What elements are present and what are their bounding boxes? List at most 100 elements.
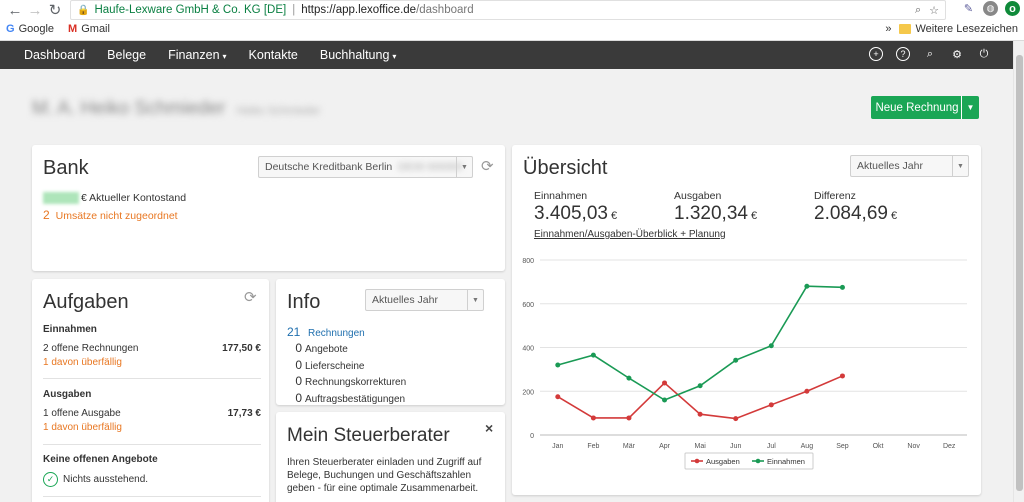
y-tick-label: 200 (522, 389, 534, 396)
nav-kontakte[interactable]: Kontakte (249, 41, 298, 71)
open-invoices-amount: 177,50 € (222, 343, 261, 354)
income-overdue-link[interactable]: 1 davon überfällig (43, 357, 261, 368)
scroll-thumb[interactable] (1016, 55, 1023, 491)
divider (43, 378, 261, 379)
address-bar[interactable]: 🔒 Haufe-Lexware GmbH & Co. KG [DE] | htt… (70, 0, 946, 20)
info-item-invoices[interactable]: 21 Rechnungen (287, 325, 406, 341)
bookmarks-right: » Weitere Lesezeichen (885, 23, 1018, 35)
nav-belege[interactable]: Belege (107, 41, 146, 71)
url-separator: | (292, 4, 296, 16)
income-stat: Einnahmen 3.405,03 € (534, 190, 617, 225)
tax-advisor-text: Ihren Steuerberater einladen und Zugriff… (287, 457, 482, 494)
x-tick-label: Nov (907, 443, 920, 450)
expenses-stat: Ausgaben 1.320,34 € (674, 190, 757, 225)
tasks-income-title: Einnahmen (43, 324, 97, 335)
x-tick-label: Dez (943, 443, 956, 450)
search-icon[interactable]: ⌕ (923, 47, 937, 61)
data-point (839, 284, 845, 290)
tasks-offers: Keine offenen Angebote ✓ Nichts ausstehe… (43, 454, 261, 487)
close-icon[interactable]: × (485, 420, 493, 436)
info-item-corrections[interactable]: 0 Rechnungskorrekturen (287, 374, 406, 390)
info-item-offers[interactable]: 0 Angebote (287, 341, 406, 357)
page-scrollbar[interactable] (1013, 41, 1024, 502)
open-expenses-row[interactable]: 1 offene Ausgabe 17,73 € (43, 408, 261, 419)
star-icon[interactable]: ☆ (929, 4, 939, 17)
data-point (626, 375, 632, 381)
unassigned-count: 2 (43, 208, 50, 222)
power-icon[interactable]: ⏻ (977, 47, 991, 61)
nav-finanzen[interactable]: Finanzen ▾ (168, 41, 226, 71)
bookmark-google[interactable]: G Google (6, 23, 54, 35)
data-point (804, 388, 810, 394)
gear-icon[interactable]: ⚙ (950, 47, 964, 61)
refresh-icon[interactable]: ⟳ (244, 288, 257, 306)
tasks-expenses: Ausgaben 1 offene Ausgabe 17,73 € 1 davo… (43, 389, 261, 433)
address-bar-actions: ⌕ ☆ (915, 4, 939, 17)
info-period-select[interactable]: Aktuelles Jahr ▼ (365, 289, 484, 311)
data-point (733, 357, 739, 363)
currency: € (610, 210, 618, 222)
open-invoices-row[interactable]: 2 offene Rechnungen 177,50 € (43, 343, 261, 354)
company-subtitle: Heiko Schmieder (236, 105, 321, 117)
tasks-card: Aufgaben ⟳ Einnahmen 2 offene Rechnungen… (32, 279, 269, 502)
tasks-title: Aufgaben (43, 291, 129, 313)
bank-account-select[interactable]: Deutsche Kreditbank Berlin DE00 000000 ▼ (258, 156, 473, 178)
forward-icon[interactable]: → (26, 2, 44, 20)
reload-icon[interactable]: ↻ (46, 2, 64, 20)
data-point (590, 415, 596, 421)
balance-label: € Aktueller Kontostand (81, 192, 187, 204)
currency: € (750, 210, 758, 222)
new-invoice-button[interactable]: Neue Rechnung ▼ (871, 96, 979, 119)
x-tick-label: Jan (552, 443, 563, 450)
data-point (662, 397, 668, 403)
x-tick-label: Feb (587, 443, 599, 450)
zoom-icon[interactable]: ⌕ (915, 4, 921, 17)
legend-marker (755, 458, 761, 464)
info-label: Angebote (305, 344, 348, 356)
bank-account-label: Deutsche Kreditbank Berlin (265, 161, 393, 173)
info-count: 21 (287, 325, 301, 339)
info-item-delivery-notes[interactable]: 0 Lieferscheine (287, 358, 406, 374)
chevron-down-icon[interactable]: ▼ (961, 96, 979, 119)
unassigned-link[interactable]: 2 Umsätze nicht zugeordnet (43, 208, 178, 222)
back-icon[interactable]: ← (6, 2, 24, 20)
bookmark-gmail[interactable]: M Gmail (68, 23, 110, 35)
overview-period-select[interactable]: Aktuelles Jahr ▼ (850, 155, 969, 177)
divider (43, 444, 261, 445)
help-icon[interactable]: ? (896, 47, 910, 61)
other-bookmarks[interactable]: Weitere Lesezeichen (899, 23, 1018, 35)
expenses-overdue-link[interactable]: 1 davon überfällig (43, 422, 261, 433)
bank-card: Bank Deutsche Kreditbank Berlin DE00 000… (32, 145, 505, 271)
x-tick-label: Aug (801, 443, 814, 450)
tax-advisor-title: Mein Steuerberater (287, 425, 450, 446)
open-expenses-amount: 17,73 € (227, 408, 261, 419)
balance-row: € Aktueller Kontostand (43, 192, 186, 204)
data-point (555, 362, 561, 368)
refresh-icon[interactable]: ⟳ (481, 157, 494, 175)
overview-planning-link[interactable]: Einnahmen/Ausgaben-Überblick + Planung (534, 229, 726, 240)
extension-icon[interactable]: o (1005, 1, 1020, 16)
overview-title: Übersicht (523, 157, 608, 179)
x-tick-label: Jul (767, 443, 776, 450)
other-bookmarks-label: Weitere Lesezeichen (915, 23, 1018, 35)
bookmarks-overflow[interactable]: » (885, 23, 891, 35)
legend-marker (694, 458, 700, 464)
balance-amount (43, 192, 79, 204)
info-item-order-confirmations[interactable]: 0 Auftragsbestätigungen (287, 391, 406, 407)
bookmark-label: Google (18, 23, 55, 35)
info-label: Rechnungen (308, 328, 365, 339)
add-icon[interactable]: + (869, 47, 883, 61)
globe-icon[interactable]: ◍ (983, 1, 998, 16)
nav-buchhaltung[interactable]: Buchhaltung ▾ (320, 41, 397, 71)
eyedropper-icon[interactable]: ✎ (961, 1, 976, 16)
folder-icon (899, 24, 912, 35)
google-icon: G (6, 23, 15, 35)
info-title: Info (287, 291, 321, 313)
info-label: Rechnungskorrekturen (305, 377, 407, 389)
nav-dashboard[interactable]: Dashboard (24, 41, 85, 71)
tasks-expenses-title: Ausgaben (43, 389, 92, 400)
new-invoice-label: Neue Rechnung (875, 101, 959, 114)
x-tick-label: Mär (623, 443, 636, 450)
difference-value: 2.084,69 (814, 203, 888, 224)
chevron-down-icon: ▼ (952, 156, 968, 176)
